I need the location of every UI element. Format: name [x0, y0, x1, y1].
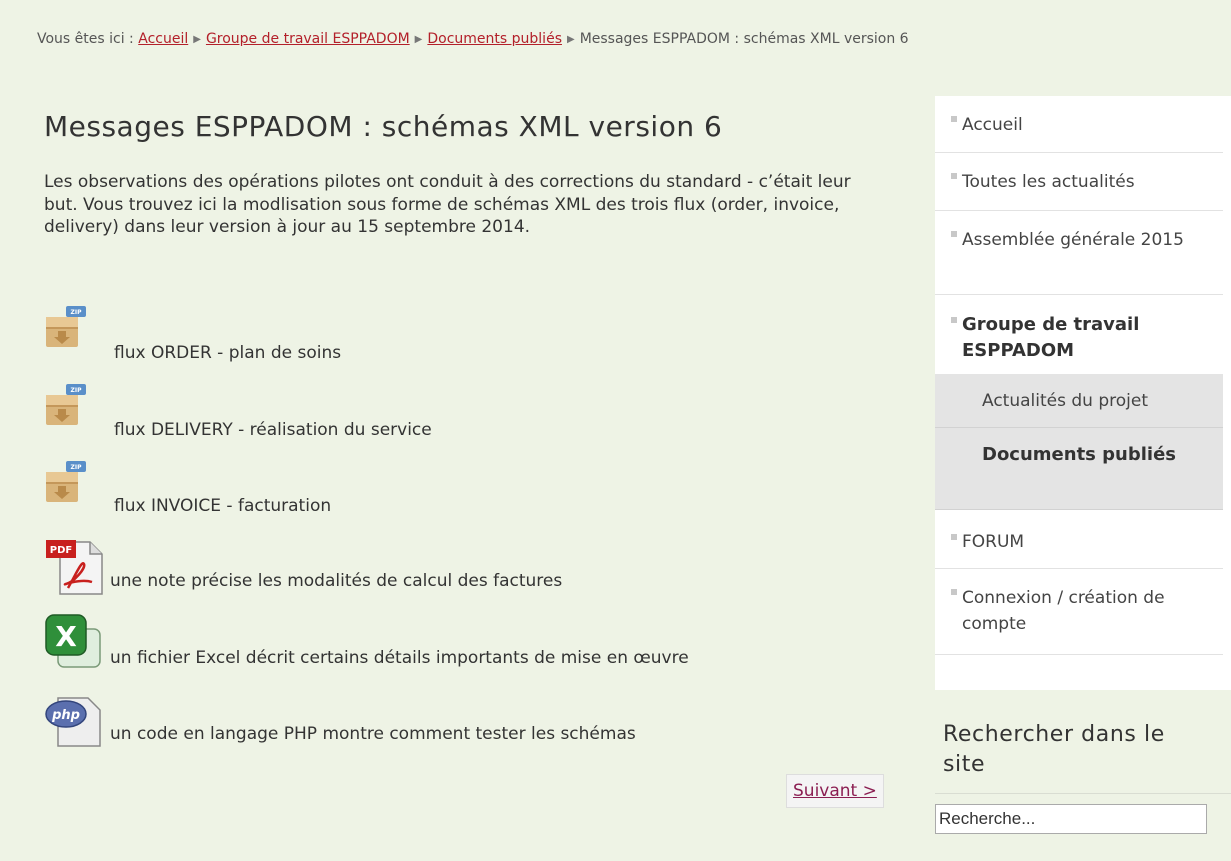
- sidebar-item-label[interactable]: FORUM: [962, 529, 1024, 555]
- page-title: Messages ESPPADOM : schémas XML version …: [44, 110, 723, 143]
- php-file-icon: php: [44, 690, 104, 755]
- zip-archive-icon: ZIP: [44, 305, 88, 356]
- breadcrumb-separator-icon: ▶: [414, 34, 423, 45]
- article-intro: Les observations des opérations pilotes …: [44, 172, 851, 237]
- sidebar-item-label[interactable]: Assemblée générale 2015: [962, 227, 1212, 253]
- sidebar-item-label[interactable]: Groupe de travail ESPPADOM: [962, 312, 1212, 364]
- breadcrumb-link-home[interactable]: Accueil: [138, 31, 188, 47]
- bullet-icon: [951, 116, 957, 122]
- zip-archive-icon: ZIP: [44, 383, 88, 434]
- bullet-icon: [951, 231, 957, 237]
- svg-text:ZIP: ZIP: [71, 309, 83, 316]
- sidebar-subitem-documents-publies[interactable]: Documents publiés: [935, 428, 1223, 510]
- file-label[interactable]: flux DELIVERY - réalisation du service: [114, 420, 432, 440]
- next-button[interactable]: Suivant >: [786, 774, 884, 808]
- sidebar-item-label[interactable]: Accueil: [962, 112, 1023, 138]
- sidebar-subitem-label[interactable]: Documents publiés: [982, 442, 1182, 468]
- bullet-icon: [951, 534, 957, 540]
- file-label[interactable]: une note précise les modalités de calcul…: [110, 571, 562, 591]
- sidebar-item-assemblee[interactable]: Assemblée générale 2015: [935, 211, 1223, 295]
- excel-file-icon: X: [44, 613, 104, 676]
- search-heading: Rechercher dans le site: [943, 722, 1165, 777]
- sidebar-item-groupe-travail[interactable]: Groupe de travail ESPPADOM: [935, 295, 1223, 374]
- breadcrumb-link-working-group[interactable]: Groupe de travail ESPPADOM: [206, 31, 410, 47]
- sidebar-menu: Accueil Toutes les actualités Assemblée …: [935, 96, 1231, 690]
- sidebar-item-accueil[interactable]: Accueil: [935, 96, 1223, 153]
- breadcrumb-current: Messages ESPPADOM : schémas XML version …: [579, 31, 909, 47]
- svg-text:php: php: [51, 708, 80, 723]
- divider: [935, 793, 1231, 794]
- sidebar-item-label[interactable]: Connexion / création de compte: [962, 585, 1212, 637]
- svg-text:X: X: [55, 620, 77, 653]
- sidebar-item-forum[interactable]: FORUM: [935, 510, 1223, 569]
- file-label[interactable]: un code en langage PHP montre comment te…: [110, 724, 636, 744]
- breadcrumb: Vous êtes ici : Accueil ▶ Groupe de travai…: [37, 31, 909, 47]
- bullet-icon: [951, 317, 957, 323]
- svg-text:PDF: PDF: [50, 545, 72, 556]
- bullet-icon: [951, 589, 957, 595]
- sidebar-subitem-label[interactable]: Actualités du projet: [982, 388, 1148, 414]
- breadcrumb-separator-icon: ▶: [193, 34, 201, 45]
- sidebar-item-actualites[interactable]: Toutes les actualités: [935, 153, 1223, 211]
- file-label[interactable]: flux ORDER - plan de soins: [114, 343, 341, 363]
- bullet-icon: [951, 173, 957, 179]
- breadcrumb-prefix: Vous êtes ici :: [37, 31, 139, 47]
- search-input[interactable]: [935, 804, 1207, 834]
- breadcrumb-link-published-docs[interactable]: Documents publiés: [427, 31, 562, 47]
- sidebar-item-label[interactable]: Toutes les actualités: [962, 169, 1135, 195]
- svg-text:ZIP: ZIP: [71, 464, 83, 471]
- file-label[interactable]: un fichier Excel décrit certains détails…: [110, 648, 689, 668]
- svg-text:ZIP: ZIP: [71, 387, 83, 394]
- file-label[interactable]: flux INVOICE - facturation: [114, 496, 331, 516]
- zip-archive-icon: ZIP: [44, 460, 88, 511]
- pdf-file-icon: PDF: [44, 538, 106, 601]
- breadcrumb-separator-icon: ▶: [566, 34, 575, 45]
- sidebar-item-connexion[interactable]: Connexion / création de compte: [935, 569, 1223, 655]
- sidebar-subitem-actualites-projet[interactable]: Actualités du projet: [935, 374, 1223, 428]
